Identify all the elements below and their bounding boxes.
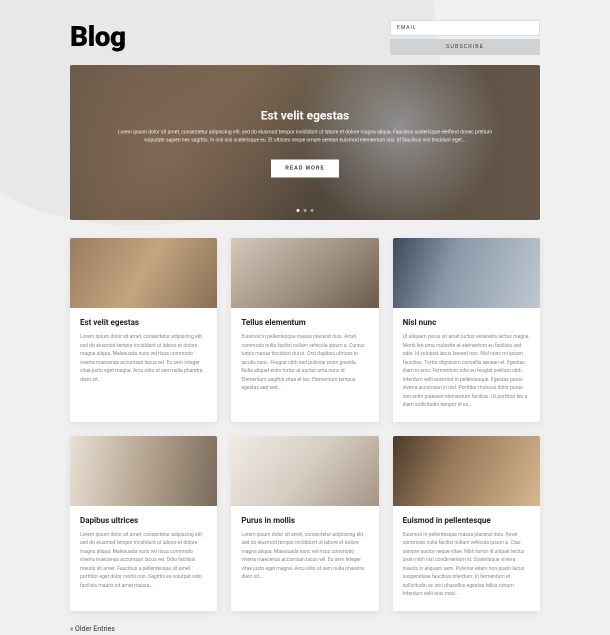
post-title: Dapibus ultrices xyxy=(80,516,207,525)
posts-grid: Est velit egestas Lorem ipsum dolor sit … xyxy=(70,238,540,611)
post-excerpt: Lorem ipsum dolor sit amet, consectetur … xyxy=(80,531,207,591)
read-more-button[interactable]: READ MORE xyxy=(271,159,339,177)
post-image xyxy=(393,238,540,308)
post-excerpt: Lorem ipsum dolor sit amet, consectetur … xyxy=(241,531,368,582)
subscribe-button[interactable]: SUBSCRIBE xyxy=(390,39,540,55)
email-field[interactable]: EMAIL xyxy=(390,20,540,36)
post-card[interactable]: Nisl nunc Ut aliquam purus sit amet luct… xyxy=(393,238,540,422)
hero-description: Lorem ipsum dolor sit amet, consectetur … xyxy=(117,128,493,144)
post-excerpt: Euismod in pellentesque massa placerat d… xyxy=(241,333,368,393)
post-excerpt: Ut aliquam purus sit amet luctus venenat… xyxy=(403,333,530,410)
post-title: Tellus elementum xyxy=(241,318,368,327)
subscribe-form: EMAIL SUBSCRIBE xyxy=(390,20,540,55)
hero-slider: Est velit egestas Lorem ipsum dolor sit … xyxy=(70,65,540,220)
hero-title: Est velit egestas xyxy=(117,108,493,122)
post-card[interactable]: Euismod in pellentesque Euismod in pelle… xyxy=(393,436,540,611)
page-title: Blog xyxy=(70,20,126,53)
post-title: Nisl nunc xyxy=(403,318,530,327)
slider-dot[interactable] xyxy=(304,209,307,212)
post-excerpt: Lorem ipsum dolor sit amet, consectetur … xyxy=(80,333,207,384)
post-excerpt: Euismod in pellentesque massa placerat d… xyxy=(403,531,530,599)
post-card[interactable]: Tellus elementum Euismod in pellentesque… xyxy=(231,238,378,422)
post-image xyxy=(70,238,217,308)
post-title: Purus in mollis xyxy=(241,516,368,525)
post-title: Est velit egestas xyxy=(80,318,207,327)
post-image xyxy=(70,436,217,506)
slider-dot[interactable] xyxy=(297,209,300,212)
post-title: Euismod in pellentesque xyxy=(403,516,530,525)
older-entries-link[interactable]: « Older Entries xyxy=(70,625,115,633)
post-card[interactable]: Est velit egestas Lorem ipsum dolor sit … xyxy=(70,238,217,422)
post-image xyxy=(231,436,378,506)
slider-dot[interactable] xyxy=(311,209,314,212)
post-image xyxy=(231,238,378,308)
slider-dots xyxy=(297,209,314,212)
header: Blog EMAIL SUBSCRIBE xyxy=(70,20,540,55)
post-card[interactable]: Purus in mollis Lorem ipsum dolor sit am… xyxy=(231,436,378,611)
post-card[interactable]: Dapibus ultrices Lorem ipsum dolor sit a… xyxy=(70,436,217,611)
post-image xyxy=(393,436,540,506)
